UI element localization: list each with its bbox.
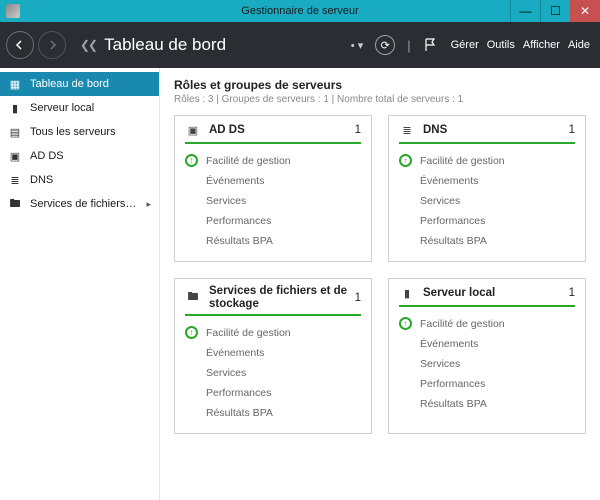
role-tile-1: ≣ DNS 1 ↑Facilité de gestionÉvénementsServi… [388, 115, 586, 262]
tile-link-events[interactable]: Événements [399, 171, 575, 191]
files-icon: 🖿 [8, 195, 22, 214]
tile-header[interactable]: 🖿 Services de fichiers et de stockage 1 [185, 285, 361, 316]
server-icon: ▮ [399, 285, 415, 301]
tile-link-services[interactable]: Services [399, 354, 575, 374]
tile-count: 1 [355, 124, 361, 136]
tile-link-events[interactable]: Événements [185, 343, 361, 363]
role-tile-2: 🖿 Services de fichiers et de stockage 1 ↑Fa… [174, 278, 372, 434]
arrow-right-icon [46, 39, 58, 51]
role-tile-3: ▮ Serveur local 1 ↑Facilité de gestionÉvéne… [388, 278, 586, 434]
status-ok-icon: ↑ [185, 326, 198, 339]
menu-tools[interactable]: Outils [487, 39, 515, 51]
files-icon: 🖿 [185, 290, 201, 306]
sidebar: ▦ Tableau de bord ▮ Serveur local ▤ Tous les … [0, 68, 160, 500]
server-icon: ▮ [8, 102, 22, 115]
title-bar: Gestionnaire de serveur — ☐ ✕ [0, 0, 600, 22]
flag-icon [423, 38, 437, 52]
tile-link-manageability[interactable]: ↑Facilité de gestion [399, 313, 575, 334]
tile-header[interactable]: ≣ DNS 1 [399, 122, 575, 144]
tile-link-performance[interactable]: Performances [399, 211, 575, 231]
tile-grid: ▣AD DS1↑Facilité de gestionÉvénementsSer… [174, 115, 586, 434]
dns-icon: ≣ [399, 122, 415, 138]
tile-title: Serveur local [423, 287, 563, 300]
sidebar-item-label: Tous les serveurs [30, 126, 151, 138]
refresh-button[interactable]: ⟳ [375, 35, 395, 55]
app-icon [6, 4, 20, 18]
tile-title: DNS [423, 124, 563, 137]
tile-link-events[interactable]: Événements [185, 171, 361, 191]
tile-count: 1 [355, 292, 361, 304]
status-ok-icon: ↑ [399, 154, 412, 167]
window-controls: — ☐ ✕ [510, 0, 600, 22]
dashboard-icon: ▦ [8, 78, 22, 91]
tile-count: 1 [569, 124, 575, 136]
tile-count: 1 [569, 287, 575, 299]
tile-link-performance[interactable]: Performances [185, 211, 361, 231]
close-button[interactable]: ✕ [570, 0, 600, 22]
dns-icon: ≣ [8, 174, 22, 187]
window-title: Gestionnaire de serveur [241, 5, 358, 17]
sidebar-item-label: Tableau de bord [30, 78, 151, 90]
sidebar-item-0[interactable]: ▦ Tableau de bord [0, 72, 159, 96]
sidebar-item-label: Serveur local [30, 102, 151, 114]
toolbar: ❮❮ Tableau de bord • ▾ ⟳ | Gérer Outils … [0, 22, 600, 68]
menu-manage[interactable]: Gérer [451, 39, 479, 51]
arrow-left-icon [14, 39, 26, 51]
breadcrumb-separator-icon: ❮❮ [80, 38, 96, 52]
tile-link-bpa[interactable]: Résultats BPA [185, 231, 361, 251]
tile-link-manageability[interactable]: ↑Facilité de gestion [399, 150, 575, 171]
notifications-button[interactable] [423, 38, 437, 52]
sidebar-item-1[interactable]: ▮ Serveur local [0, 96, 159, 120]
tile-link-services[interactable]: Services [185, 363, 361, 383]
tile-link-performance[interactable]: Performances [185, 383, 361, 403]
role-tile-0: ▣ AD DS 1 ↑Facilité de gestionÉvénementsSer… [174, 115, 372, 262]
forward-button[interactable] [38, 31, 66, 59]
tile-link-bpa[interactable]: Résultats BPA [399, 231, 575, 251]
tile-link-bpa[interactable]: Résultats BPA [185, 403, 361, 423]
status-ok-icon: ↑ [185, 154, 198, 167]
tile-link-bpa[interactable]: Résultats BPA [399, 394, 575, 414]
tile-title: AD DS [209, 124, 349, 137]
sidebar-item-4[interactable]: ≣ DNS [0, 168, 159, 192]
tile-link-services[interactable]: Services [399, 191, 575, 211]
menu-help[interactable]: Aide [568, 39, 590, 51]
adds-icon: ▣ [185, 122, 201, 138]
sidebar-item-2[interactable]: ▤ Tous les serveurs [0, 120, 159, 144]
tile-link-performance[interactable]: Performances [399, 374, 575, 394]
tile-header[interactable]: ▣ AD DS 1 [185, 122, 361, 144]
sidebar-item-3[interactable]: ▣ AD DS [0, 144, 159, 168]
minimize-button[interactable]: — [510, 0, 540, 22]
section-title: Rôles et groupes de serveurs [174, 78, 586, 92]
menu-view[interactable]: Afficher [523, 39, 560, 51]
content-area: Rôles et groupes de serveurs Rôles : 3 |… [160, 68, 600, 500]
sidebar-item-5[interactable]: 🖿 Services de fichiers et d... ▸ [0, 192, 159, 216]
dropdown-indicator-icon[interactable]: • ▾ [351, 39, 363, 52]
sidebar-item-label: DNS [30, 174, 151, 186]
status-ok-icon: ↑ [399, 317, 412, 330]
section-subtitle: Rôles : 3 | Groupes de serveurs : 1 | No… [174, 94, 586, 105]
back-button[interactable] [6, 31, 34, 59]
tile-header[interactable]: ▮ Serveur local 1 [399, 285, 575, 307]
page-title: Tableau de bord [104, 35, 226, 55]
chevron-right-icon: ▸ [146, 199, 151, 210]
sidebar-item-label: AD DS [30, 150, 151, 162]
sidebar-item-label: Services de fichiers et d... [30, 198, 138, 210]
tile-link-manageability[interactable]: ↑Facilité de gestion [185, 150, 361, 171]
tile-title: Services de fichiers et de stockage [209, 285, 349, 310]
servers-icon: ▤ [8, 126, 22, 139]
tile-link-events[interactable]: Événements [399, 334, 575, 354]
tile-link-services[interactable]: Services [185, 191, 361, 211]
tile-link-manageability[interactable]: ↑Facilité de gestion [185, 322, 361, 343]
separator: | [407, 38, 410, 53]
adds-icon: ▣ [8, 150, 22, 163]
maximize-button[interactable]: ☐ [540, 0, 570, 22]
